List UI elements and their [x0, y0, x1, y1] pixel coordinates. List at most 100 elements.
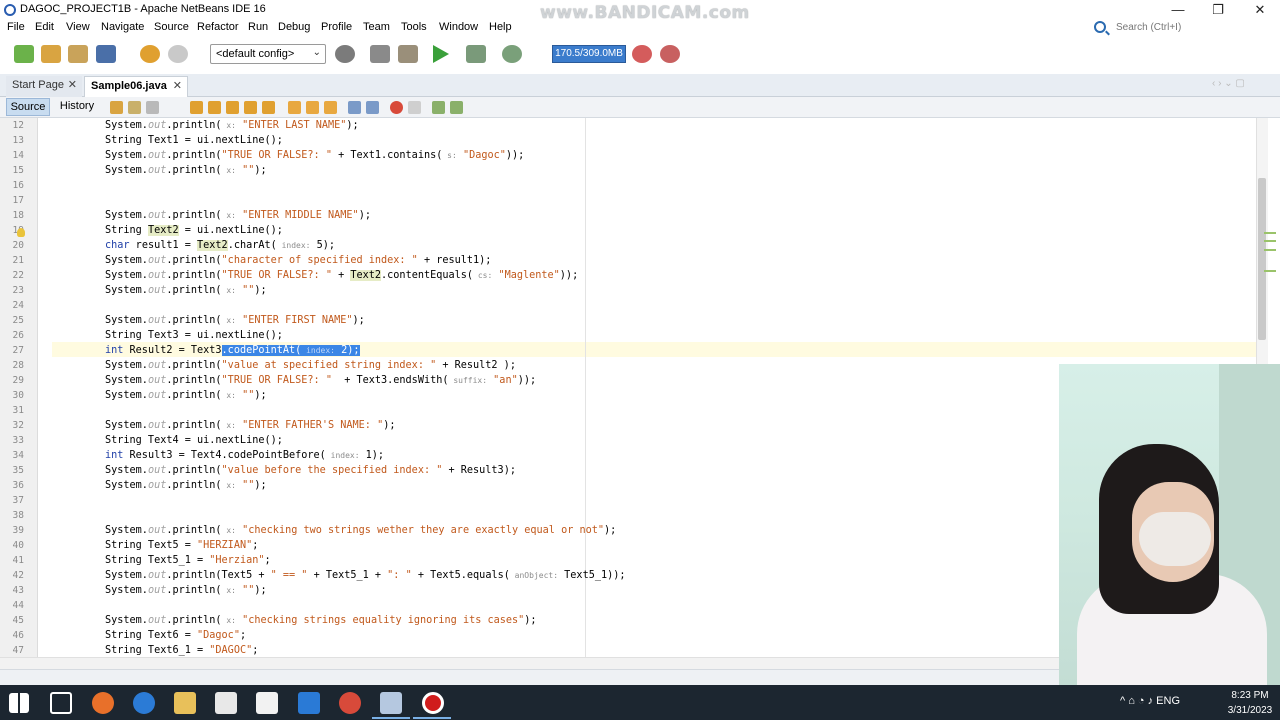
- netbeans-taskbar-icon[interactable]: [380, 692, 402, 714]
- minimize-button[interactable]: —: [1158, 0, 1198, 20]
- history-mode-button[interactable]: History: [56, 98, 98, 116]
- maximize-button[interactable]: ❐: [1198, 0, 1238, 20]
- task-view-icon[interactable]: [50, 692, 72, 714]
- close-icon[interactable]: ✕: [68, 76, 77, 95]
- debug-icon[interactable]: [466, 45, 486, 63]
- memory-indicator[interactable]: 170.5/309.0MB: [552, 45, 626, 63]
- stop-macro-icon[interactable]: [408, 101, 421, 114]
- code-line[interactable]: 24: [0, 298, 1259, 313]
- shift-right-icon[interactable]: [366, 101, 379, 114]
- menu-source[interactable]: Source: [154, 21, 189, 33]
- undo-icon[interactable]: [140, 45, 160, 63]
- code-line[interactable]: 23 System.out.println( x: "");: [0, 283, 1259, 298]
- record-macro-icon[interactable]: [390, 101, 403, 114]
- code-line[interactable]: 27 int Result2 = Text3.codePointAt( index…: [0, 343, 1259, 358]
- store-icon[interactable]: [215, 692, 237, 714]
- find-next-icon[interactable]: [226, 101, 239, 114]
- edge-icon[interactable]: [133, 692, 155, 714]
- tab-start-page[interactable]: Start Page ✕: [6, 76, 82, 97]
- redo-icon[interactable]: [168, 45, 188, 63]
- code-text[interactable]: System.out.println("TRUE OR FALSE?: " + …: [105, 373, 536, 388]
- new-file-icon[interactable]: [14, 45, 34, 63]
- code-text[interactable]: String Text6_1 = "DAGOC";: [105, 643, 258, 657]
- code-line[interactable]: 19String Text2 = ui.nextLine();: [0, 223, 1259, 238]
- code-text[interactable]: String Text3 = ui.nextLine();: [105, 328, 283, 343]
- code-text[interactable]: System.out.println( x: "ENTER FIRST NAME…: [105, 313, 365, 328]
- save-all-icon[interactable]: [96, 45, 116, 63]
- code-text[interactable]: System.out.println( x: "checking two str…: [105, 523, 616, 538]
- code-text[interactable]: System.out.println( x: "");: [105, 583, 267, 598]
- menu-window[interactable]: Window: [439, 21, 478, 33]
- close-button[interactable]: ✕: [1240, 0, 1280, 20]
- error-stripe-marker[interactable]: [1264, 240, 1276, 242]
- code-text[interactable]: String Text1 = ui.nextLine();: [105, 133, 283, 148]
- code-line[interactable]: 16: [0, 178, 1259, 193]
- find-icon[interactable]: [190, 101, 203, 114]
- menu-debug[interactable]: Debug: [278, 21, 310, 33]
- source-mode-button[interactable]: Source: [6, 98, 50, 116]
- code-line[interactable]: 15 System.out.println( x: "");: [0, 163, 1259, 178]
- clock-date[interactable]: 3/31/2023: [1222, 705, 1278, 716]
- code-text[interactable]: System.out.println( x: "");: [105, 388, 267, 403]
- code-text[interactable]: System.out.println( x: "ENTER FATHER'S N…: [105, 418, 396, 433]
- close-icon[interactable]: ✕: [173, 77, 182, 96]
- code-text[interactable]: System.out.println( x: "");: [105, 283, 267, 298]
- code-text[interactable]: System.out.println("value at specified s…: [105, 358, 516, 373]
- next-bookmark-icon[interactable]: [306, 101, 319, 114]
- code-line[interactable]: 12 System.out.println( x: "ENTER LAST NAM…: [0, 118, 1259, 133]
- code-line[interactable]: 22 System.out.println("TRUE OR FALSE?: " …: [0, 268, 1259, 283]
- code-line[interactable]: 13 String Text1 = ui.nextLine();: [0, 133, 1259, 148]
- code-text[interactable]: String Text5 = "HERZIAN";: [105, 538, 258, 553]
- comment-icon[interactable]: [432, 101, 445, 114]
- chrome-icon[interactable]: [339, 692, 361, 714]
- code-text[interactable]: System.out.println( x: "checking strings…: [105, 613, 537, 628]
- bandicam-icon[interactable]: [422, 692, 444, 714]
- vscode-icon[interactable]: [298, 692, 320, 714]
- code-text[interactable]: String Text4 = ui.nextLine();: [105, 433, 283, 448]
- code-line[interactable]: 25 System.out.println( x: "ENTER FIRST NA…: [0, 313, 1259, 328]
- tab-navigation-icon[interactable]: ‹ › ⌄ ▢: [1212, 78, 1245, 89]
- system-tray[interactable]: ^ ⌂ ◔ ♪ ENG: [1120, 695, 1180, 707]
- hammer-icon[interactable]: [370, 45, 390, 63]
- menu-refactor[interactable]: Refactor: [197, 21, 239, 33]
- menu-profile[interactable]: Profile: [321, 21, 352, 33]
- find-previous-icon[interactable]: [208, 101, 221, 114]
- menu-tools[interactable]: Tools: [401, 21, 427, 33]
- error-stripe-marker[interactable]: [1264, 232, 1276, 234]
- toggle-bookmark-icon[interactable]: [324, 101, 337, 114]
- last-edit-icon[interactable]: [110, 101, 123, 114]
- code-line[interactable]: 17: [0, 193, 1259, 208]
- firefox-icon[interactable]: [92, 692, 114, 714]
- menu-file[interactable]: File: [7, 21, 25, 33]
- code-text[interactable]: String Text5_1 = "Herzian";: [105, 553, 271, 568]
- shift-left-icon[interactable]: [348, 101, 361, 114]
- notepad-icon[interactable]: [256, 692, 278, 714]
- error-stripe-marker[interactable]: [1264, 270, 1276, 272]
- code-text[interactable]: System.out.println("TRUE OR FALSE?: " + …: [105, 268, 578, 283]
- code-text[interactable]: System.out.println(Text5 + " == " + Text…: [105, 568, 626, 583]
- gc-icon[interactable]: [632, 45, 652, 63]
- find-selection-icon[interactable]: [244, 101, 257, 114]
- code-text[interactable]: String Text2 = ui.nextLine();: [105, 223, 283, 238]
- code-text[interactable]: System.out.println( x: "");: [105, 163, 267, 178]
- search-box[interactable]: Search (Ctrl+I): [1094, 20, 1274, 36]
- code-text[interactable]: System.out.println( x: "ENTER MIDDLE NAM…: [105, 208, 371, 223]
- error-stripe-marker[interactable]: [1264, 249, 1276, 251]
- code-text[interactable]: System.out.println("TRUE OR FALSE?: " + …: [105, 148, 524, 163]
- menu-navigate[interactable]: Navigate: [101, 21, 144, 33]
- tab-sample06[interactable]: Sample06.java ✕: [84, 76, 188, 97]
- code-text[interactable]: String Text6 = "Dagoc";: [105, 628, 246, 643]
- back-icon[interactable]: [128, 101, 141, 114]
- config-select[interactable]: <default config> ⌄: [210, 44, 326, 64]
- uncomment-icon[interactable]: [450, 101, 463, 114]
- lightbulb-hint-icon[interactable]: [17, 228, 25, 237]
- clean-build-icon[interactable]: [398, 45, 418, 63]
- code-line[interactable]: 20 char result1 = Text2.charAt( index: 5)…: [0, 238, 1259, 253]
- code-text[interactable]: System.out.println( x: "ENTER LAST NAME"…: [105, 118, 359, 133]
- menu-view[interactable]: View: [66, 21, 90, 33]
- prev-bookmark-icon[interactable]: [288, 101, 301, 114]
- menu-help[interactable]: Help: [489, 21, 512, 33]
- new-project-icon[interactable]: [41, 45, 61, 63]
- code-line[interactable]: 21 System.out.println("character of speci…: [0, 253, 1259, 268]
- windows-start-icon[interactable]: [9, 693, 29, 713]
